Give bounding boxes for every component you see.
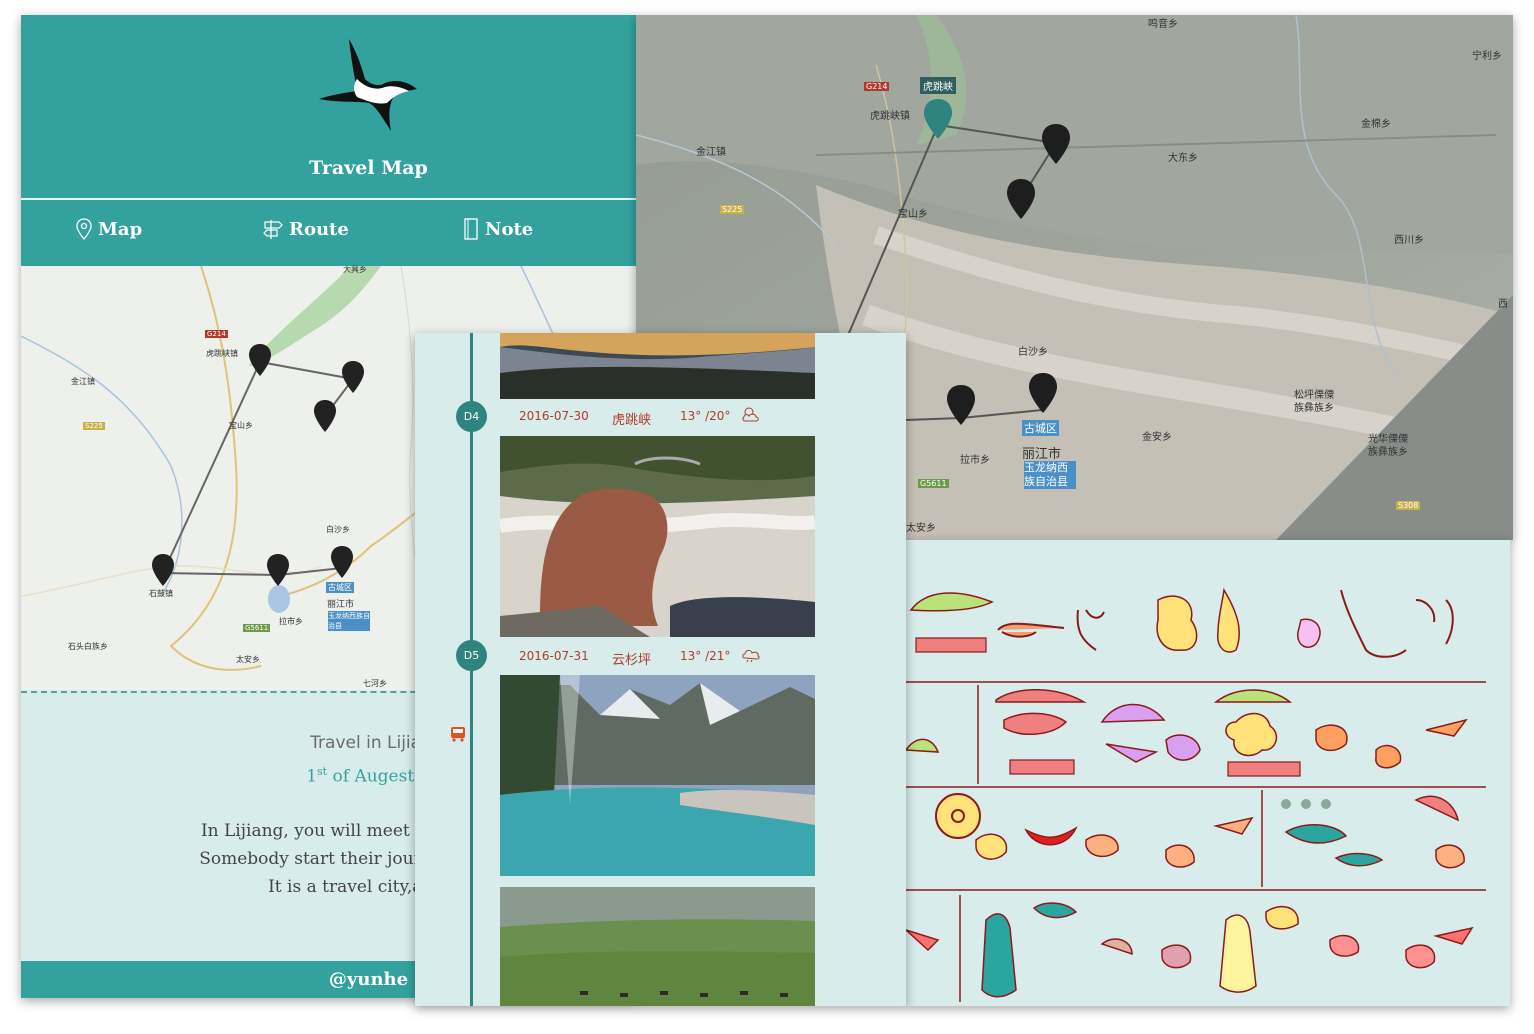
map-label: 大东乡	[1168, 153, 1198, 164]
dongba-pictograph-art	[906, 540, 1510, 1006]
nav-map-label: Map	[98, 218, 143, 240]
map-marker-icon[interactable]	[1006, 179, 1036, 219]
road-label: S225	[83, 422, 105, 430]
map-label: 太安乡	[906, 523, 936, 534]
day-place[interactable]: 云杉坪	[612, 649, 651, 668]
road-label: G5611	[243, 624, 271, 632]
dongba-script-panel	[906, 540, 1510, 1006]
map-label: 七河乡	[363, 679, 387, 688]
nav-route[interactable]: Route	[263, 218, 349, 240]
road-label: G5611	[918, 479, 949, 488]
map-marker-icon[interactable]	[946, 385, 976, 425]
nav-map[interactable]: Map	[76, 218, 142, 240]
map-label: 丽江市	[1022, 447, 1062, 462]
map-label: 金棉乡	[1361, 119, 1391, 130]
map-label: 光华傈僳族彝族乡	[1368, 434, 1408, 458]
date-suffix: st	[317, 765, 328, 778]
road-label: S225	[720, 205, 745, 214]
map-label: 西	[1498, 299, 1508, 310]
day-date: 2016-07-31	[519, 649, 589, 663]
app-header: Travel Map	[21, 15, 636, 198]
nav-route-label: Route	[289, 218, 349, 240]
map-marker-icon[interactable]	[1028, 373, 1058, 413]
day-badge[interactable]: D4	[456, 401, 487, 432]
map-label: 大具乡	[343, 265, 367, 274]
map-label: 石鼓镇	[149, 589, 173, 598]
map-label: 丽江市	[327, 600, 355, 610]
photo-meadow[interactable]	[500, 887, 815, 1006]
active-location-tag: 虎跳峡	[920, 77, 956, 94]
bus-icon	[451, 727, 465, 742]
map-label: 石头白族乡	[68, 642, 108, 651]
note-icon	[464, 218, 478, 240]
map-label: 宝山乡	[229, 421, 253, 430]
timeline-panel[interactable]: D4 2016-07-30 虎跳峡 13° /20° D5 2016-07-31…	[415, 333, 906, 1006]
map-marker-icon[interactable]	[248, 344, 272, 376]
rain-cloud-icon	[742, 650, 760, 663]
nav-note-label: Note	[485, 218, 534, 240]
day-date: 2016-07-30	[519, 409, 589, 423]
photo-blue-moon-valley[interactable]	[500, 675, 815, 876]
map-label: 鸣音乡	[1148, 19, 1178, 30]
map-label: 金江镇	[696, 147, 726, 158]
photo-tiger-leaping-gorge[interactable]	[500, 436, 815, 637]
map-marker-icon[interactable]	[341, 361, 365, 393]
map-label: 太安乡	[236, 655, 260, 664]
nav-note[interactable]: Note	[463, 218, 533, 240]
map-pin-icon	[76, 218, 92, 240]
app-title: Travel Map	[309, 157, 428, 179]
map-label: 西川乡	[1394, 235, 1424, 246]
map-label: 拉市乡	[960, 455, 990, 466]
map-label: 古城区	[1022, 420, 1059, 436]
photo-sunset[interactable]	[500, 333, 815, 399]
map-label: 虎跳峡镇	[870, 111, 910, 122]
road-label: G214	[205, 330, 228, 338]
partly-cloudy-icon	[742, 407, 759, 422]
map-label: 虎跳峡镇	[206, 349, 238, 358]
map-marker-icon[interactable]	[330, 546, 354, 578]
signpost-icon	[263, 220, 283, 239]
day-place[interactable]: 虎跳峡	[612, 409, 651, 428]
map-label: 松坪傈僳族彝族乡	[1294, 390, 1334, 414]
map-marker-icon[interactable]	[266, 554, 290, 586]
map-marker-icon[interactable]	[1041, 124, 1071, 164]
map-label: 白沙乡	[1018, 347, 1048, 358]
map-label: 金安乡	[1142, 432, 1172, 443]
map-label: 金江镇	[71, 377, 95, 386]
map-label: 宝山乡	[898, 209, 928, 220]
day-temperature: 13° /21°	[680, 649, 731, 663]
nav-bar: Map Route Note	[21, 200, 636, 266]
road-label: S308	[1396, 501, 1421, 510]
date-prefix: 1	[306, 766, 318, 787]
crane-logo-icon	[319, 39, 417, 131]
map-label: 古城区	[326, 582, 354, 593]
map-label: 白沙乡	[326, 525, 350, 534]
map-label: 玉龙纳西族自治县	[328, 611, 370, 631]
map-label: 宁利乡	[1472, 51, 1502, 62]
map-label: 玉龙纳西族自治县	[1024, 461, 1076, 489]
map-marker-icon[interactable]	[313, 400, 337, 432]
map-markers	[249, 323, 271, 345]
road-label: G214	[864, 82, 890, 91]
map-marker-icon[interactable]	[151, 554, 175, 586]
day-temperature: 13° /20°	[680, 409, 731, 423]
map-label: 拉市乡	[279, 617, 303, 626]
day-badge[interactable]: D5	[456, 640, 487, 671]
active-marker-icon[interactable]	[923, 99, 953, 139]
